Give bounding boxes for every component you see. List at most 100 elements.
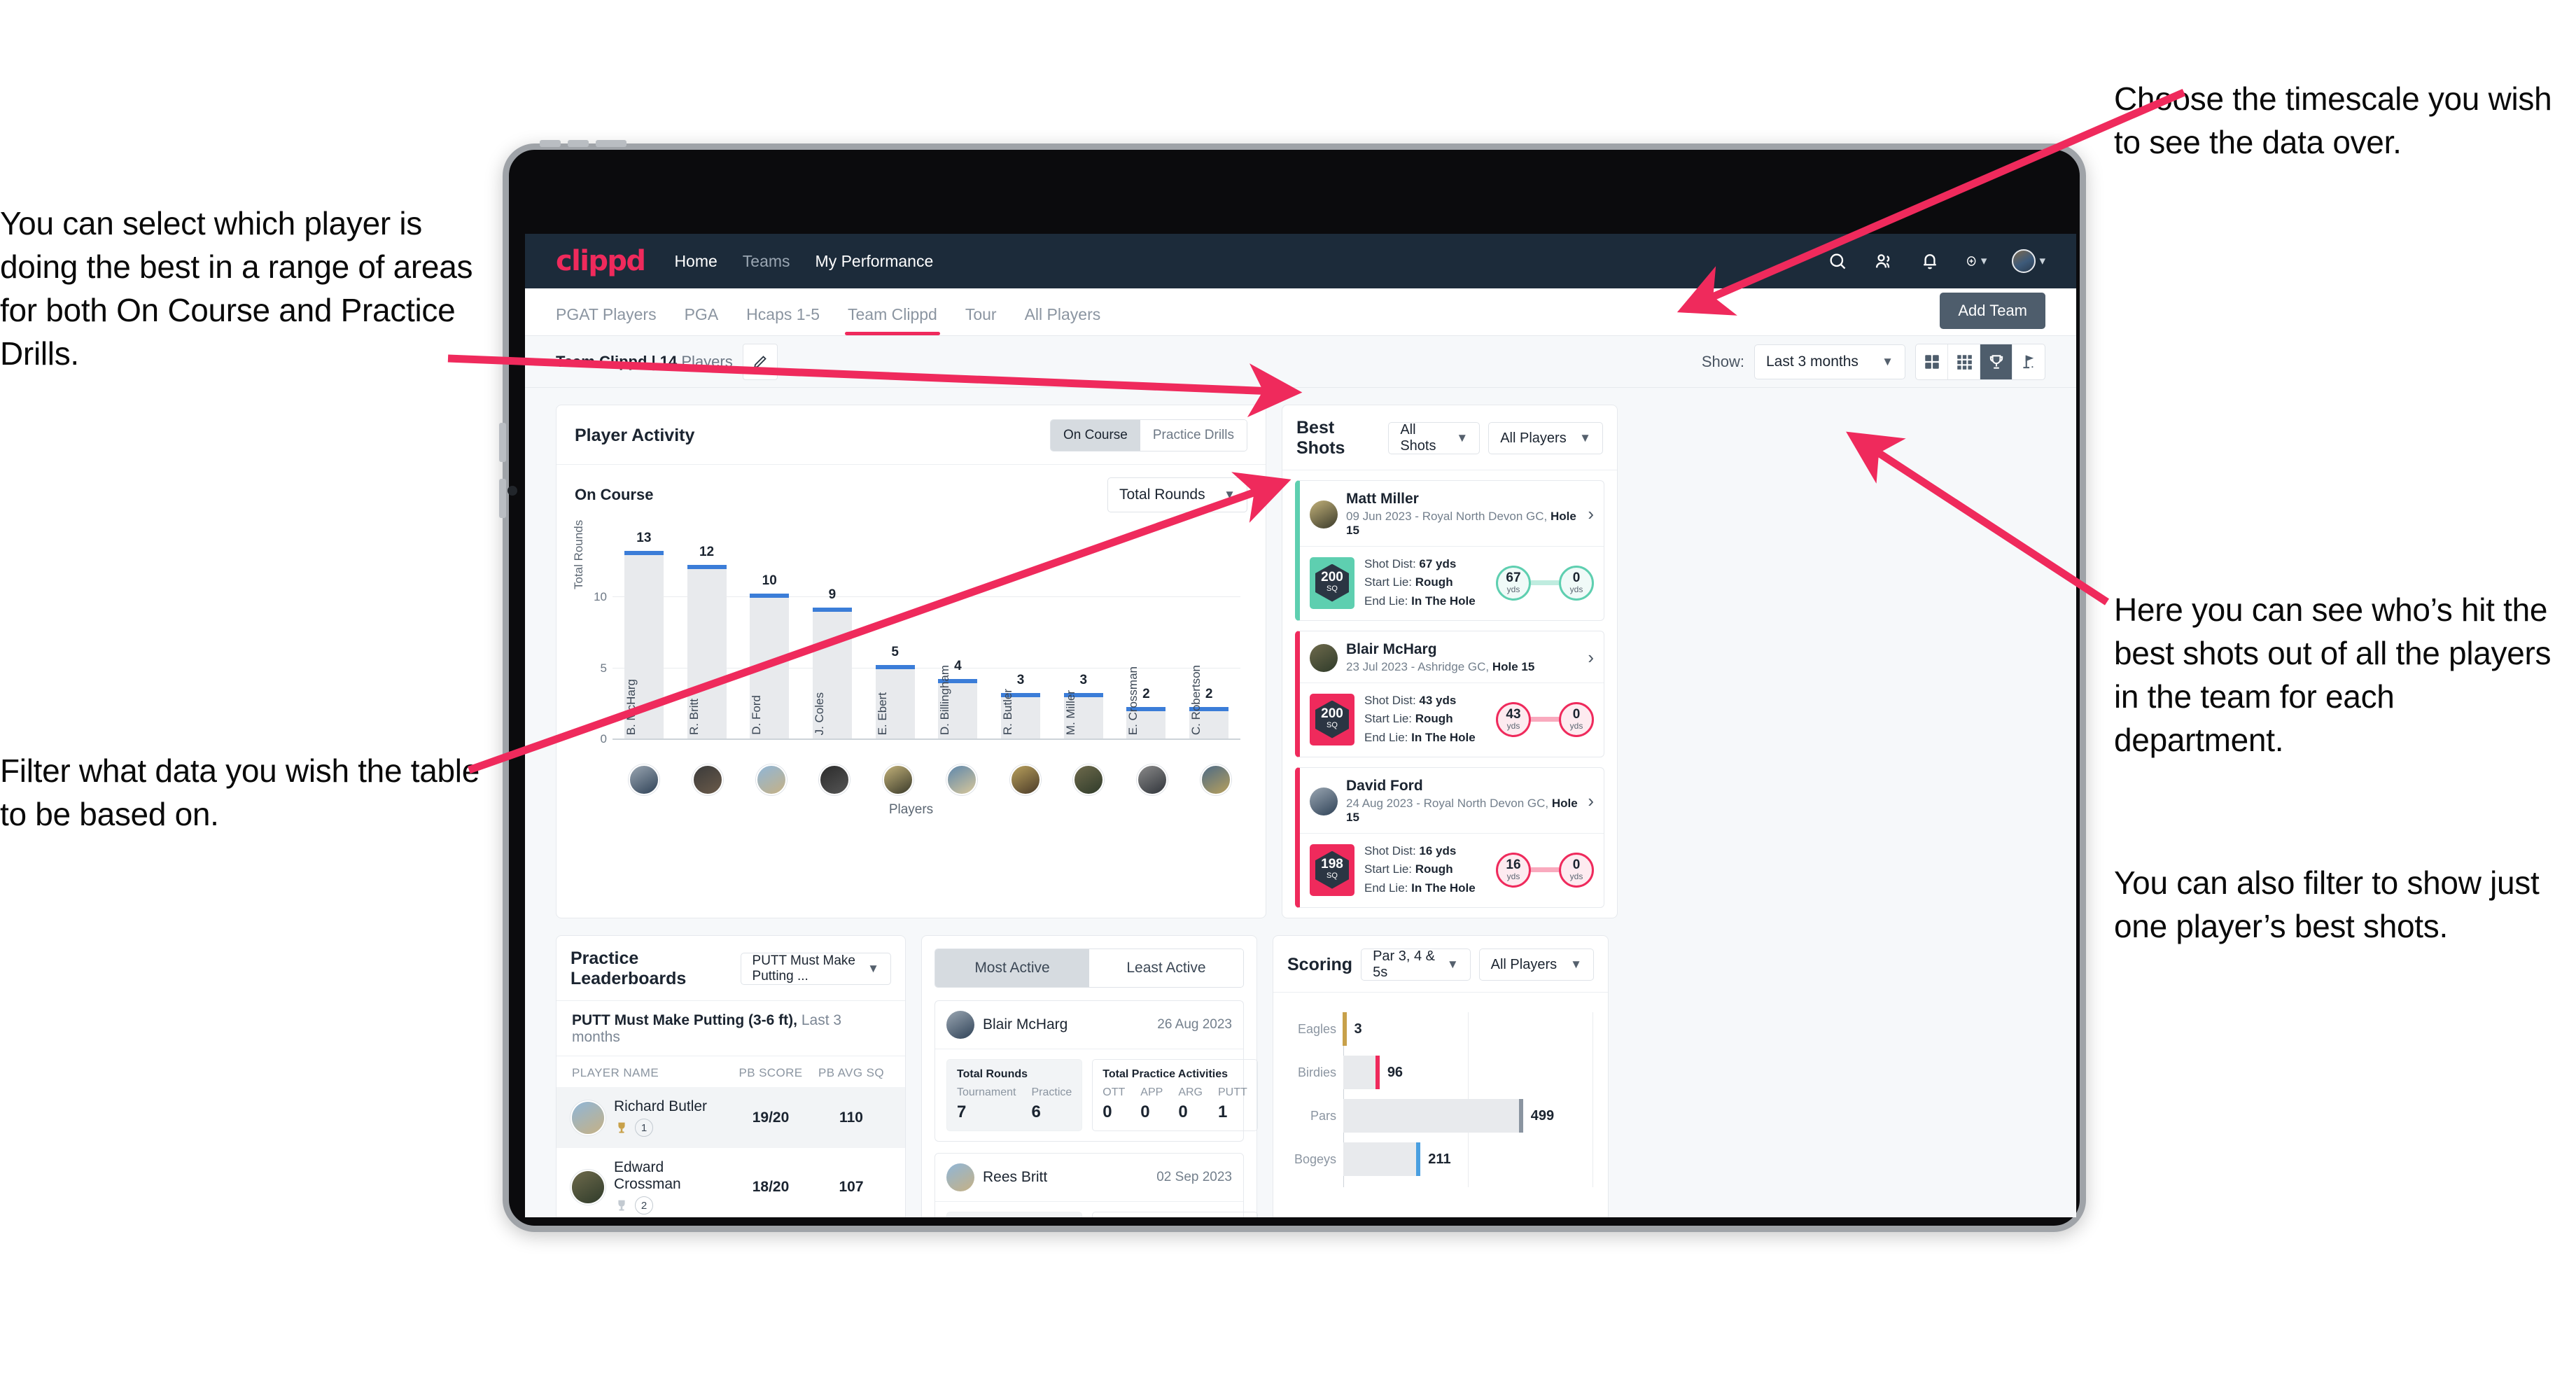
chart-bar-group[interactable]: 2 E. Crossman — [1115, 546, 1178, 739]
chart-bar[interactable]: D. Billingham — [938, 665, 978, 739]
chart-bar[interactable]: M. Miller — [1063, 690, 1103, 739]
tab-most-active[interactable]: Most Active — [935, 949, 1089, 988]
player-avatar[interactable] — [692, 764, 724, 795]
drill-select[interactable]: PUTT Must Make Putting ... ▼ — [740, 953, 891, 986]
chart-bar[interactable]: C. Robertson — [1189, 665, 1229, 739]
scoring-player-select[interactable]: All Players ▼ — [1478, 948, 1594, 981]
best-shot-card[interactable]: Blair McHarg 23 Jul 2023 - Ashridge GC, H… — [1295, 631, 1604, 758]
chart-bar[interactable]: J. Coles — [812, 608, 852, 739]
activity-player-card[interactable]: Blair McHarg 26 Aug 2023 Total Rounds Tourn… — [934, 1000, 1258, 1142]
chart-bar[interactable]: E. Ebert — [875, 664, 915, 739]
chevron-right-icon[interactable]: › — [1588, 647, 1594, 668]
chart-bar-group[interactable]: 13 B. McHarg — [612, 531, 676, 739]
tab-pga[interactable]: PGA — [685, 305, 719, 335]
chevron-right-icon[interactable]: › — [1588, 503, 1594, 525]
best-shot-card[interactable]: Matt Miller 09 Jun 2023 - Royal North Dev… — [1295, 480, 1604, 622]
chart-bar[interactable]: R. Britt — [687, 565, 727, 739]
segment-on-course[interactable]: On Course — [1051, 420, 1140, 451]
nav-link-home[interactable]: Home — [674, 252, 717, 271]
best-shot-details: Shot Dist: 16 yds Start Lie: Rough End Lie… — [1364, 844, 1476, 895]
player-avatar[interactable] — [819, 764, 850, 795]
chart-bar-value: 3 — [1079, 673, 1088, 688]
people-icon[interactable] — [1873, 251, 1894, 272]
activity-practice-label: OTT — [1102, 1086, 1126, 1099]
segment-practice-drills[interactable]: Practice Drills — [1140, 420, 1247, 451]
player-activity-subheader: On Course Total Rounds ▼ — [556, 465, 1266, 517]
chart-bar-group[interactable]: 3 R. Butler — [989, 546, 1052, 739]
nav-link-my-performance[interactable]: My Performance — [816, 252, 934, 271]
chart-bar[interactable]: E. Crossman — [1126, 666, 1166, 739]
player-avatar[interactable] — [1200, 764, 1231, 795]
chart-bar-label: D. Billingham — [938, 664, 952, 735]
golf-flag-icon[interactable] — [2012, 344, 2045, 379]
scoring-bar-row[interactable]: Eagles 3 — [1289, 1012, 1592, 1046]
activity-practice-value: 0 — [1102, 1102, 1112, 1122]
player-avatar[interactable] — [1136, 764, 1168, 795]
leaderboard-rows: Richard Butler 1 19/20 110 Edward Crossman 2 1… — [556, 1087, 905, 1217]
player-avatar[interactable] — [629, 764, 660, 795]
chart-bar-group[interactable]: 5 E. Ebert — [864, 546, 927, 739]
tablet-button-1 — [540, 140, 561, 147]
best-shots-player-select[interactable]: All Players ▼ — [1488, 422, 1603, 454]
clippd-logo[interactable]: clippd — [556, 245, 646, 277]
bell-icon[interactable] — [1919, 251, 1940, 272]
tab-hcaps-1-5[interactable]: Hcaps 1-5 — [746, 305, 820, 335]
scoring-bar-row[interactable]: Bogeys 211 — [1289, 1142, 1592, 1177]
edit-team-button[interactable] — [742, 343, 778, 380]
tab-team-clippd[interactable]: Team Clippd — [845, 305, 940, 335]
chevron-right-icon[interactable]: › — [1588, 790, 1594, 812]
activity-practice-label: ARG — [1178, 1086, 1203, 1099]
chart-bar-group[interactable]: 12 R. Britt — [676, 545, 738, 739]
player-avatar[interactable] — [1009, 764, 1041, 795]
view-toggle-group — [1915, 343, 2045, 380]
best-shot-meta: 24 Aug 2023 - Royal North Devon GC, Hole… — [1346, 797, 1578, 825]
tab-pgat-players[interactable]: PGAT Players — [556, 305, 657, 335]
player-avatar[interactable] — [883, 764, 914, 795]
trophy-icon[interactable] — [1980, 344, 2012, 379]
player-avatar[interactable] — [755, 764, 787, 795]
scoring-bar-row[interactable]: Pars 499 — [1289, 1099, 1592, 1133]
player-avatar[interactable] — [946, 764, 977, 795]
leaderboard-row[interactable]: Edward Crossman 2 18/20 107 — [556, 1148, 905, 1217]
leaderboard-column-headers: PLAYER NAME PB SCORE PB AVG SQ — [556, 1056, 905, 1087]
grid-2x2-icon[interactable] — [1916, 344, 1948, 379]
activity-player-card[interactable]: Rees Britt 02 Sep 2023 Total RoundsTournam… — [934, 1153, 1258, 1217]
chart-bar-group[interactable]: 4 D. Billingham — [927, 546, 990, 739]
annotation-filter-player: You can also filter to show just one pla… — [2114, 864, 2540, 945]
metric-select[interactable]: Total Rounds ▼ — [1107, 477, 1247, 512]
chart-bar-group[interactable]: 10 D. Ford — [738, 546, 801, 739]
shot-type-select[interactable]: All Shots ▼ — [1388, 422, 1480, 454]
best-shot-card[interactable]: David Ford 24 Aug 2023 - Royal North Devo… — [1295, 767, 1604, 909]
chart-bar-group[interactable]: 3 M. Miller — [1052, 546, 1115, 739]
chart-bar[interactable]: R. Butler — [1001, 689, 1041, 739]
scoring-card: Scoring Par 3, 4 & 5s ▼ All Players ▼ Ea… — [1273, 935, 1609, 1217]
chart-bar-label: R. Butler — [1001, 688, 1015, 735]
rank-badge: 2 — [635, 1196, 653, 1215]
chart-bar-value: 2 — [1142, 687, 1150, 702]
chevron-down-icon: ▼ — [1570, 958, 1582, 972]
plus-circle-icon[interactable]: ▾ — [1966, 251, 1987, 272]
tab-tour[interactable]: Tour — [965, 305, 997, 335]
player-avatar[interactable] — [1073, 764, 1105, 795]
tablet-button-2 — [568, 140, 589, 147]
chart-bar[interactable]: D. Ford — [750, 594, 790, 739]
avatar[interactable]: ▾ — [2012, 249, 2045, 273]
par-select[interactable]: Par 3, 4 & 5s ▼ — [1361, 948, 1471, 981]
chart-bar-group[interactable]: 9 J. Coles — [801, 546, 864, 739]
chart-bar-group[interactable]: 2 C. Robertson — [1177, 546, 1240, 739]
add-team-button[interactable]: Add Team — [1940, 293, 2045, 329]
tab-least-active[interactable]: Least Active — [1089, 949, 1243, 988]
timescale-select[interactable]: Last 3 months ▼ — [1754, 344, 1905, 379]
search-icon[interactable] — [1827, 251, 1848, 272]
tab-all-players[interactable]: All Players — [1025, 305, 1101, 335]
chart-bar[interactable]: B. McHarg — [624, 551, 664, 739]
scoring-bar-row[interactable]: Birdies 96 — [1289, 1056, 1592, 1090]
team-name: Team Clippd — [556, 352, 648, 370]
chevron-down-icon: ▼ — [1882, 354, 1893, 368]
nav-link-teams[interactable]: Teams — [743, 252, 790, 271]
chart-bar-label: B. McHarg — [624, 678, 638, 735]
grid-3x3-icon[interactable] — [1948, 344, 1980, 379]
leaderboard-row[interactable]: Richard Butler 1 19/20 110 — [556, 1087, 905, 1149]
drill-value: PUTT Must Make Putting ... — [752, 953, 855, 984]
team-player-count: 14 — [659, 352, 678, 370]
